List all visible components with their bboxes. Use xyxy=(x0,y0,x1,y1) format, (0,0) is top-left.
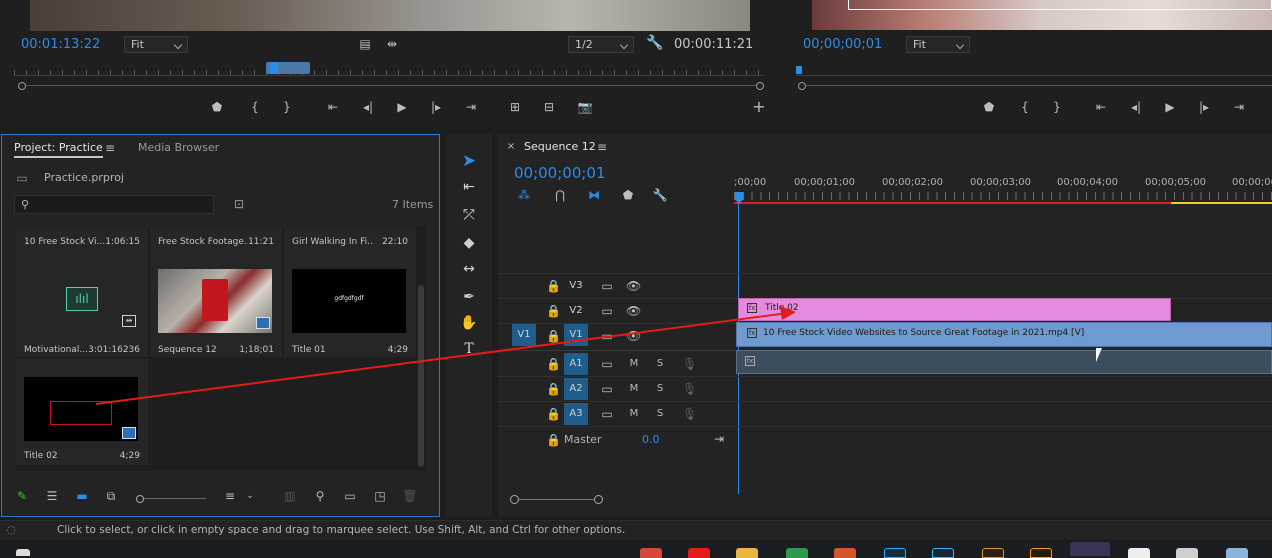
mouse-cursor-icon xyxy=(1096,348,1102,362)
lightroom-icon[interactable] xyxy=(932,548,954,558)
google-drive-icon[interactable] xyxy=(786,548,808,558)
windows-start-icon[interactable] xyxy=(16,549,30,556)
photoshop-icon[interactable] xyxy=(884,548,906,558)
youtube-icon[interactable] xyxy=(688,548,710,558)
bridge-icon[interactable] xyxy=(982,548,1004,558)
status-text: Click to select, or click in empty space… xyxy=(57,524,626,536)
drag-arrow xyxy=(95,306,796,405)
premiere-icon[interactable] xyxy=(1070,542,1110,556)
taskbar xyxy=(0,541,1272,558)
screen-capture-icon[interactable] xyxy=(1226,548,1248,558)
timeline-scrollbar[interactable] xyxy=(510,494,604,504)
illustrator-icon[interactable] xyxy=(1030,548,1052,558)
chrome-icon[interactable] xyxy=(640,548,662,558)
status-bar: ◌ Click to select, or click in empty spa… xyxy=(0,520,1272,540)
office-icon[interactable] xyxy=(834,548,856,558)
status-icon: ◌ xyxy=(6,523,16,536)
file-explorer-icon[interactable] xyxy=(736,548,758,558)
chat-icon[interactable] xyxy=(1128,548,1150,558)
settings-icon[interactable] xyxy=(1176,548,1198,558)
